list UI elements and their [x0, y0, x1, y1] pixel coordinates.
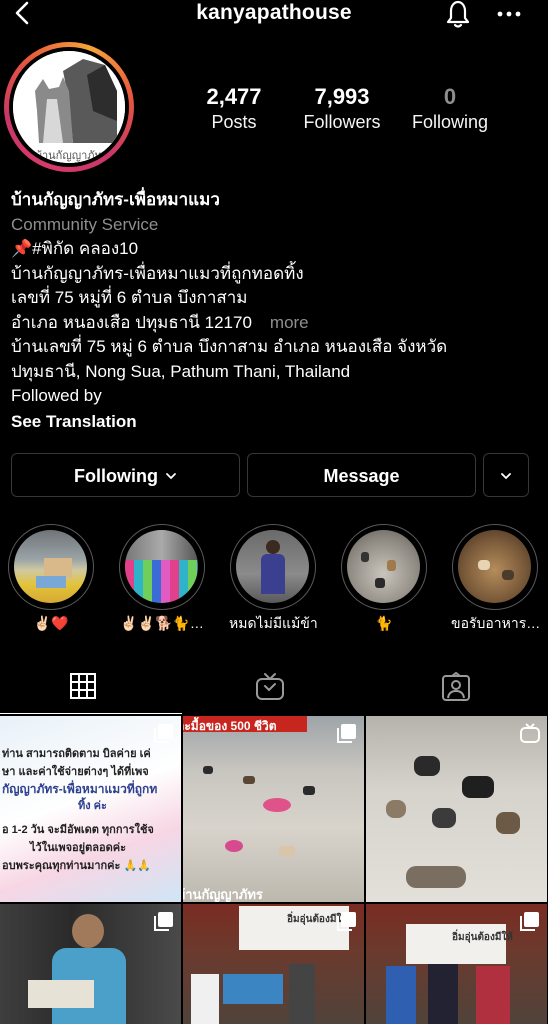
chevron-down-icon	[166, 473, 176, 480]
address-line[interactable]: ปทุมธานี, Nong Sua, Pathum Thani, Thaila…	[11, 360, 541, 385]
highlight-cover	[458, 530, 531, 603]
posts-count: 2,477	[206, 84, 262, 109]
post-thumbnail[interactable]: อิ่มอุ่นต้องมีให้	[366, 904, 547, 1024]
highlight-caption: 🐈	[375, 615, 393, 631]
highlight-cover	[347, 530, 420, 603]
message-button-label: Message	[323, 466, 400, 486]
highlight-item[interactable]: ขอรับอาหาร…	[451, 524, 539, 632]
post-text: ละมื้อของ 500 ชีวิต	[183, 719, 277, 733]
multiple-photos-icon	[154, 724, 173, 743]
highlight-cover	[14, 530, 87, 603]
post-text: บ้านกัญญาภัทร	[183, 887, 263, 902]
profile-display-name: บ้านกัญญาภัทร-เพื่อหมาแมว	[11, 190, 220, 209]
highlight-caption: ✌🏻❤️	[33, 615, 69, 631]
tab-tagged[interactable]	[366, 662, 548, 714]
avatar-logo-image: บ้านกัญญาภัทร	[13, 51, 125, 163]
multiple-photos-icon	[154, 912, 173, 931]
igtv-icon	[256, 673, 284, 700]
post-text: อบพระคุณทุกท่านมากค่ะ 🙏🙏	[2, 860, 151, 872]
bio-line: บ้านกัญญาภัทร-เพื่อหมาแมวที่ถูกทอดทิ้ง	[11, 263, 304, 283]
stat-followers[interactable]: 7,993 Followers	[296, 84, 388, 134]
highlight-item[interactable]: หมดไม่มีแม้ข้าวส	[229, 524, 317, 632]
highlight-caption: หมดไม่มีแม้ข้าวส	[229, 615, 317, 631]
following-label: Following	[411, 112, 489, 132]
address-line[interactable]: บ้านเลขที่ 75 หมู่ 6 ตำบล บึงกาสาม อำเภอ…	[11, 335, 541, 360]
profile-tabs	[0, 662, 548, 714]
following-count: 0	[443, 84, 457, 109]
bio-line: เลขที่ 75 หมู่ที่ 6 ตำบล บึงกาสาม	[11, 288, 248, 307]
profile-avatar[interactable]: บ้านกัญญาภัทร	[4, 42, 134, 172]
post-thumbnail[interactable]: ละมื้อของ 500 ชีวิต บ้านกัญญาภัทร	[183, 716, 364, 902]
stat-following[interactable]: 0 Following	[405, 84, 495, 134]
avatar-logo-text: บ้านกัญญาภัทร	[35, 150, 108, 162]
post-thumbnail[interactable]	[0, 904, 181, 1024]
tab-posts-grid[interactable]	[0, 662, 182, 714]
highlight-item[interactable]: ✌🏻✌🏻🐕🐈…	[118, 524, 206, 632]
multiple-photos-icon	[337, 912, 356, 931]
post-text: ท่าน สามารถติดตาม บิลค่าย เค่	[2, 748, 151, 760]
followers-label: Followers	[303, 112, 381, 132]
bio-line: 📌#พิกัด คลอง10	[11, 239, 139, 258]
highlight-cover	[236, 530, 309, 603]
post-text: ษา และค่าใช้จ่ายต่างๆ ได้ที่เพจ	[2, 766, 149, 778]
stat-posts[interactable]: 2,477 Posts	[193, 84, 275, 134]
multiple-photos-icon	[520, 912, 539, 931]
post-text: อ 1-2 วัน จะมีอัพเดต ทุกการใช้จ	[2, 824, 154, 836]
posts-label: Posts	[211, 112, 257, 132]
post-thumbnail[interactable]	[366, 716, 547, 902]
highlight-item[interactable]: 🐈	[340, 524, 428, 632]
bio-line: อำเภอ หนองเสือ ปทุมธานี 12170	[11, 312, 252, 332]
bio-line-with-more: อำเภอ หนองเสือ ปทุมธานี 12170 more	[11, 311, 541, 336]
post-text: ไว้ในเพจอยู่ตลอดค่ะ	[30, 842, 127, 854]
followed-by[interactable]: Followed by	[11, 384, 541, 409]
post-text: อิ่มอุ่นต้องมีให้	[452, 932, 513, 943]
following-button-label: Following	[74, 466, 158, 486]
followers-count: 7,993	[314, 84, 370, 109]
chevron-down-icon	[501, 473, 511, 480]
highlight-item[interactable]: ✌🏻❤️	[7, 524, 95, 632]
bell-icon[interactable]	[440, 0, 476, 30]
top-bar: kanyapathouse	[0, 0, 548, 30]
tab-igtv[interactable]	[183, 662, 365, 714]
profile-category[interactable]: Community Service	[11, 212, 541, 237]
see-translation-link[interactable]: See Translation	[11, 409, 541, 434]
profile-bio: บ้านกัญญาภัทร-เพื่อหมาแมว Community Serv…	[11, 188, 541, 434]
message-button[interactable]: Message	[247, 453, 476, 497]
igtv-icon	[520, 723, 540, 743]
post-thumbnail[interactable]: ท่าน สามารถติดตาม บิลค่าย เค่ ษา และค่าใ…	[0, 716, 181, 902]
ellipsis-icon[interactable]	[492, 0, 528, 30]
highlight-caption: ขอรับอาหาร…	[451, 615, 539, 631]
suggested-accounts-button[interactable]	[483, 453, 529, 497]
grid-icon	[70, 673, 96, 699]
bio-more-link[interactable]: more	[270, 313, 309, 332]
highlight-caption: ✌🏻✌🏻🐕🐈…	[120, 615, 204, 631]
post-thumbnail[interactable]: อิ่มอุ่นต้องมีให้	[183, 904, 364, 1024]
highlight-cover	[125, 530, 198, 603]
following-button[interactable]: Following	[11, 453, 240, 497]
post-text: ทิ้ง ค่ะ	[78, 800, 107, 812]
tagged-icon	[442, 672, 470, 701]
multiple-photos-icon	[337, 724, 356, 743]
